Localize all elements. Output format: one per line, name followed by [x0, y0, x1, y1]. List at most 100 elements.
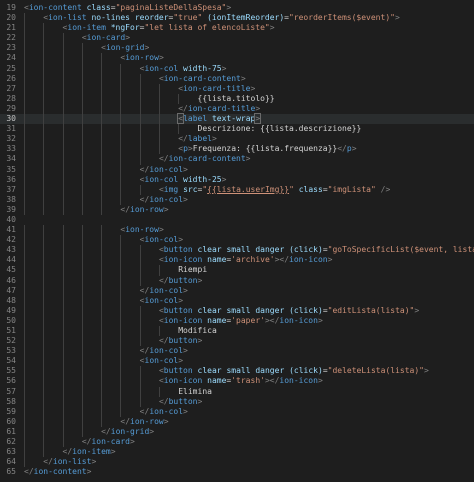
- punctuation-token: </: [139, 164, 150, 174]
- punctuation-token: </: [139, 406, 150, 416]
- code-line[interactable]: 44 <ion-icon name='archive'></ion-icon>: [0, 255, 474, 266]
- code-line[interactable]: 38 </ion-col>: [0, 194, 474, 205]
- indent-guide: [43, 406, 45, 417]
- code-line[interactable]: 29 </ion-card-title>: [0, 103, 474, 115]
- line-content: <ion-col>: [140, 235, 183, 245]
- indent-guide: [81, 366, 83, 377]
- code-line[interactable]: 56 <ion-icon name='trash'></ion-icon>: [0, 376, 474, 387]
- code-line[interactable]: 58 </button>: [0, 396, 474, 407]
- indent-guide: [43, 114, 45, 125]
- line-content: <ion-grid>: [101, 43, 149, 53]
- code-line[interactable]: 28 {{lista.titolo}}: [0, 93, 474, 104]
- code-line[interactable]: 30 <label text-wrap>: [0, 113, 474, 125]
- code-line[interactable]: 59 </ion-col>: [0, 406, 474, 417]
- indent-guide: [24, 245, 25, 256]
- indent-guide: [139, 83, 141, 94]
- code-line[interactable]: 42 <ion-col>: [0, 235, 474, 246]
- code-line[interactable]: 61 </ion-grid>: [0, 426, 474, 438]
- code-line[interactable]: 23 <ion-grid>: [0, 43, 474, 54]
- interpolation-link-token[interactable]: {{lista.userImg}}: [207, 185, 289, 194]
- tag-name-token: ion-card: [91, 437, 130, 447]
- attribute-token: (click): [289, 305, 323, 315]
- tag-name-token: ion-col: [144, 295, 179, 305]
- punctuation-token: >: [221, 63, 227, 73]
- line-content: </ion-col>: [140, 195, 188, 205]
- code-line[interactable]: 55 <button clear small danger (click)="de…: [0, 366, 474, 377]
- punctuation-token: </: [139, 194, 150, 204]
- code-line[interactable]: 43 <button clear small danger (click)="go…: [0, 245, 474, 256]
- code-line[interactable]: 53 </ion-col>: [0, 346, 474, 357]
- attribute-token: name: [207, 255, 227, 265]
- indent-guide: [81, 426, 83, 438]
- line-number: 35: [6, 164, 16, 174]
- line-number: 28: [6, 93, 16, 103]
- code-line[interactable]: 52 </button>: [0, 336, 474, 347]
- code-line[interactable]: 51 Modifica: [0, 326, 474, 337]
- code-line[interactable]: 40: [0, 215, 474, 225]
- tag-name-token: ion-list: [52, 457, 92, 467]
- code-line[interactable]: 48 <ion-col>: [0, 295, 474, 306]
- code-line[interactable]: 19 <ion-content class="paginaListeDellaSp…: [0, 3, 474, 13]
- code-line[interactable]: 36 <ion-col width-25>: [0, 174, 474, 185]
- code-line[interactable]: 47 </ion-col>: [0, 285, 474, 296]
- indent-guide: [43, 396, 45, 407]
- text-token: Descrizione: {{lista.descrizione}}: [197, 124, 362, 134]
- string-token: 'paper': [231, 315, 265, 325]
- code-line[interactable]: 65 </ion-content>: [0, 467, 474, 477]
- code-line[interactable]: 64 </ion-list>: [0, 457, 474, 468]
- code-line[interactable]: 41 <ion-row>: [0, 225, 474, 236]
- code-line[interactable]: 62 </ion-card>: [0, 437, 474, 448]
- code-line[interactable]: 57 Elimina: [0, 386, 474, 397]
- line-content: Riempi: [178, 265, 207, 275]
- punctuation-token: ></: [264, 315, 280, 325]
- code-line[interactable]: 33 <p>Frequenza: {{lista.frequenza}}</p>: [0, 144, 474, 155]
- code-line[interactable]: 22 <ion-card>: [0, 33, 474, 44]
- punctuation-token: >: [130, 437, 135, 447]
- code-line[interactable]: 24 <ion-row>: [0, 53, 474, 64]
- code-area[interactable]: 19 <ion-content class="paginaListeDellaSp…: [0, 3, 474, 477]
- indent-guide: [62, 275, 64, 286]
- code-line[interactable]: 54 <ion-col>: [0, 356, 474, 367]
- code-line[interactable]: 27 <ion-card-title>: [0, 83, 474, 94]
- indent-guide: [81, 275, 83, 286]
- indent-guide: [101, 63, 103, 74]
- code-line[interactable]: 49 <button clear small danger (click)="ed…: [0, 305, 474, 316]
- code-line[interactable]: 50 <ion-icon name='paper'></ion-icon>: [0, 315, 474, 326]
- attribute-token: no-lines: [91, 13, 130, 23]
- line-content: </ion-item>: [63, 447, 116, 457]
- code-line[interactable]: 39 </ion-row>: [0, 204, 474, 215]
- code-line[interactable]: 20 <ion-list no-lines reorder="true" (ion…: [0, 13, 474, 24]
- indent-guide: [43, 103, 45, 115]
- line-content: <ion-col>: [140, 356, 183, 366]
- code-line[interactable]: 60 </ion-row>: [0, 416, 474, 427]
- string-token: "editLista(lista)": [327, 305, 415, 315]
- punctuation-token: </: [337, 144, 347, 154]
- code-line[interactable]: 26 <ion-card-content>: [0, 73, 474, 84]
- code-line[interactable]: 37 <img src="{{lista.userImg}}" class="im…: [0, 184, 474, 195]
- line-content: </ion-col>: [140, 165, 188, 175]
- code-line[interactable]: 34 </ion-card-content>: [0, 154, 474, 165]
- punctuation-token: >: [226, 3, 232, 12]
- line-content: Elimina: [178, 387, 212, 397]
- attribute-token: clear: [197, 366, 222, 376]
- code-line[interactable]: 32 </label>: [0, 134, 474, 145]
- code-line[interactable]: 31 Descrizione: {{lista.descrizione}}: [0, 124, 474, 135]
- text-token: Frequenza: {{lista.frequenza}}: [192, 144, 338, 154]
- punctuation-token: >: [240, 73, 246, 83]
- code-line[interactable]: 35 </ion-col>: [0, 164, 474, 175]
- indent-guide: [43, 426, 45, 438]
- indent-guide: [62, 386, 64, 397]
- tag-name-token: ion-item: [67, 23, 106, 33]
- code-line[interactable]: 21 <ion-item *ngFor="let lista of elencoL…: [0, 23, 474, 34]
- code-line[interactable]: 63 </ion-item>: [0, 447, 474, 458]
- indent-guide: [81, 305, 83, 316]
- code-line[interactable]: 46 </button>: [0, 275, 474, 286]
- indent-guide: [139, 326, 141, 337]
- code-line[interactable]: 25 <ion-col width-75>: [0, 63, 474, 74]
- indent-guide: [139, 315, 141, 326]
- string-token: 'trash': [231, 376, 265, 386]
- line-number: 42: [6, 235, 16, 245]
- indent-guide: [81, 346, 83, 357]
- code-line[interactable]: 45 Riempi: [0, 265, 474, 276]
- code-editor[interactable]: 19 <ion-content class="paginaListeDellaSp…: [0, 0, 474, 482]
